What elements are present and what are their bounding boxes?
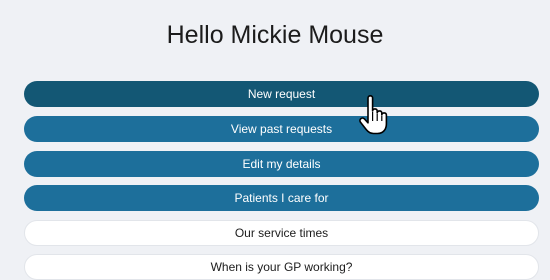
view-past-requests-button[interactable]: View past requests [24,116,539,142]
new-request-button[interactable]: New request [24,81,539,107]
edit-my-details-button[interactable]: Edit my details [24,151,539,177]
hand-pointer-icon [359,95,388,135]
greeting-title: Hello Mickie Mouse [166,21,384,49]
our-service-times-button[interactable]: Our service times [24,220,539,246]
patients-i-care-for-button[interactable]: Patients I care for [24,185,539,211]
gp-working-times-button[interactable]: When is your GP working? [24,254,539,280]
